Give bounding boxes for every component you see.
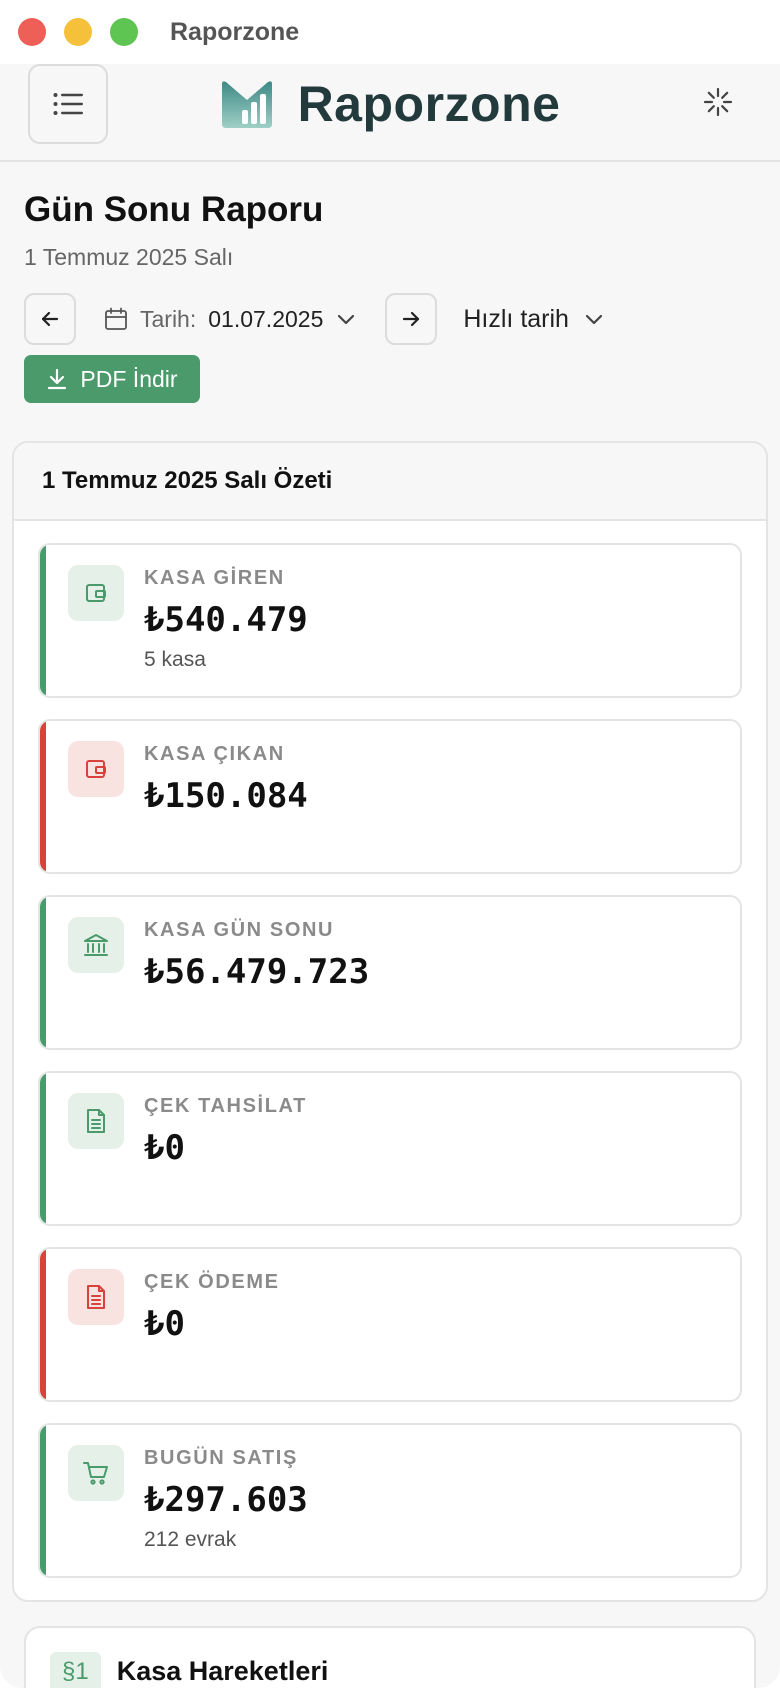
app-header: Raporzone: [0, 64, 780, 162]
stat-label: ÇEK ÖDEME: [144, 1271, 280, 1293]
window-title: Raporzone: [170, 17, 300, 46]
stat-label: KASA ÇIKAN: [144, 743, 285, 765]
stat-text: ÇEK ÖDEME ₺0: [144, 1271, 280, 1352]
section-badge: §1: [50, 1652, 101, 1688]
brand[interactable]: Raporzone: [220, 75, 561, 133]
close-window-button[interactable]: [18, 18, 46, 46]
arrow-right-icon: [403, 311, 420, 327]
stat-icon-box: [68, 1093, 124, 1149]
page-subtitle: 1 Temmuz 2025 Salı: [24, 244, 234, 270]
stat-value: ₺0: [144, 1304, 185, 1344]
logo-icon: [221, 81, 272, 128]
stat-card-kasa-giren: KASA GİREN ₺540.479 5 kasa: [38, 543, 742, 698]
stat-text: KASA GÜN SONU ₺56.479.723: [144, 919, 369, 1000]
stat-sub: 5 kasa: [144, 648, 206, 671]
chevron-down-icon: [585, 314, 603, 325]
stat-accent-bar: [40, 1425, 46, 1576]
menu-button[interactable]: [28, 64, 108, 144]
stat-accent-bar: [40, 545, 46, 696]
stat-label: KASA GİREN: [144, 567, 285, 589]
stat-accent-bar: [40, 721, 46, 872]
summary-title: 1 Temmuz 2025 Salı Özeti: [14, 443, 766, 521]
chevron-down-icon: [338, 314, 355, 325]
arrow-left-icon: [41, 311, 59, 327]
date-label: Tarih:: [140, 305, 197, 332]
page-title: Gün Sonu Raporu: [24, 190, 324, 229]
stat-value: ₺150.084: [144, 776, 308, 816]
hamburger-menu-icon: [53, 93, 83, 115]
stat-value: ₺0: [144, 1128, 185, 1168]
stats-list: KASA GİREN ₺540.479 5 kasa KASA ÇIKAN ₺1…: [14, 521, 766, 1600]
section-kasa-hareketleri: §1 Kasa Hareketleri: [24, 1626, 756, 1688]
stat-value: ₺56.479.723: [144, 952, 370, 992]
window-controls: [18, 18, 138, 46]
stat-label: KASA GÜN SONU: [144, 919, 335, 941]
page-content: Gün Sonu Raporu 1 Temmuz 2025 Salı Tarih…: [0, 162, 780, 403]
stat-icon-box: [68, 1445, 124, 1501]
cart-icon: [83, 1462, 108, 1485]
quick-date-select[interactable]: Hızlı tarih: [463, 305, 603, 334]
stat-card-cek-tahsilat: ÇEK TAHSİLAT ₺0: [38, 1071, 742, 1226]
title-bar: Raporzone: [0, 0, 780, 64]
stat-accent-bar: [40, 1073, 46, 1224]
download-icon: [48, 368, 67, 390]
bank-icon: [84, 934, 108, 956]
stat-card-bugun-satis: BUGÜN SATIŞ ₺297.603 212 evrak: [38, 1423, 742, 1578]
quick-date-label: Hızlı tarih: [463, 304, 569, 333]
previous-day-button[interactable]: [24, 293, 76, 345]
zoom-window-button[interactable]: [110, 18, 138, 46]
stat-icon-box: [68, 917, 124, 973]
app-window: Raporzone Raporzone Gün Sonu Raporu 1 Te…: [0, 0, 780, 1688]
pdf-download-button[interactable]: PDF İndir: [24, 355, 200, 403]
stat-sub: 212 evrak: [144, 1528, 237, 1551]
date-picker[interactable]: Tarih: 01.07.2025: [104, 306, 355, 333]
brand-name: Raporzone: [297, 76, 561, 132]
next-day-button[interactable]: [385, 293, 438, 345]
date-value: 01.07.2025: [208, 305, 324, 332]
spinner-icon: [703, 87, 733, 117]
stat-card-kasa-cikan: KASA ÇIKAN ₺150.084: [38, 719, 742, 874]
stat-value: ₺540.479: [144, 600, 308, 640]
stat-accent-bar: [40, 1249, 46, 1400]
loading-indicator: [698, 82, 738, 122]
stat-icon-box: [68, 565, 124, 621]
stat-icon-box: [68, 1269, 124, 1325]
stat-accent-bar: [40, 897, 46, 1048]
stat-icon-box: [68, 741, 124, 797]
summary-card: 1 Temmuz 2025 Salı Özeti KASA GİREN ₺540…: [12, 441, 768, 1602]
wallet-icon: [86, 760, 106, 778]
stat-value: ₺297.603: [144, 1480, 308, 1520]
document-icon: [87, 1285, 105, 1309]
minimize-window-button[interactable]: [64, 18, 92, 46]
stat-text: KASA GİREN ₺540.479 5 kasa: [144, 567, 308, 672]
stat-label: BUGÜN SATIŞ: [144, 1447, 298, 1469]
pdf-download-label: PDF İndir: [80, 365, 178, 392]
calendar-icon: [105, 307, 127, 330]
stat-card-cek-odeme: ÇEK ÖDEME ₺0: [38, 1247, 742, 1402]
stat-label: ÇEK TAHSİLAT: [144, 1095, 307, 1117]
stat-text: ÇEK TAHSİLAT ₺0: [144, 1095, 307, 1176]
stat-card-kasa-gun-sonu: KASA GÜN SONU ₺56.479.723: [38, 895, 742, 1050]
section-title: Kasa Hareketleri: [116, 1656, 329, 1686]
stat-text: KASA ÇIKAN ₺150.084: [144, 743, 308, 824]
document-icon: [87, 1109, 105, 1133]
date-controls: Tarih: 01.07.2025 Hızlı tarih: [24, 293, 756, 345]
wallet-icon: [86, 584, 106, 602]
stat-text: BUGÜN SATIŞ ₺297.603 212 evrak: [144, 1447, 308, 1552]
